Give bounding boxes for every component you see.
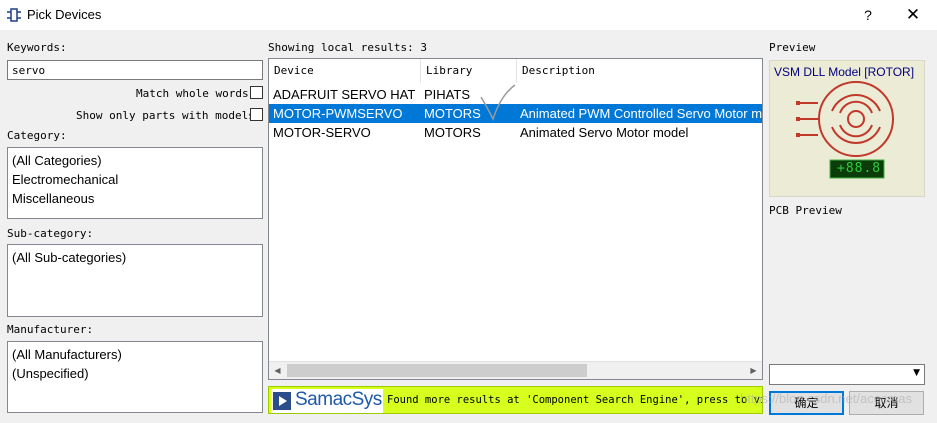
cell-device: ADAFRUIT SERVO HAT	[273, 87, 416, 102]
cell-library: MOTORS	[424, 106, 481, 121]
cell-library: MOTORS	[424, 125, 481, 140]
play-icon	[273, 392, 291, 410]
list-item[interactable]: (All Categories)	[12, 151, 258, 170]
scrollbar-thumb[interactable]	[287, 364, 587, 377]
show-only-models-checkbox[interactable]	[250, 108, 263, 121]
list-item[interactable]: (All Sub-categories)	[12, 248, 258, 267]
component-search-banner[interactable]: SamacSys Found more results at 'Componen…	[268, 386, 763, 414]
list-item[interactable]: (All Manufacturers)	[12, 345, 258, 364]
preview-label: Preview	[769, 41, 816, 54]
pcb-preview-label: PCB Preview	[769, 204, 842, 217]
column-header-library[interactable]: Library	[421, 59, 517, 83]
package-select[interactable]: ▼	[769, 364, 925, 385]
cancel-button[interactable]: 取消	[849, 391, 924, 415]
subcategory-list[interactable]: (All Sub-categories)	[7, 244, 263, 317]
scroll-left-icon[interactable]: ◀	[269, 362, 286, 379]
manufacturer-label: Manufacturer:	[7, 323, 94, 336]
list-item[interactable]: Miscellaneous	[12, 189, 258, 208]
manufacturer-list[interactable]: (All Manufacturers) (Unspecified)	[7, 341, 263, 413]
help-button[interactable]: ?	[856, 4, 880, 26]
cell-device: MOTOR-PWMSERVO	[273, 106, 403, 121]
subcategory-label: Sub-category:	[7, 227, 94, 240]
show-only-models-label: Show only parts with models?	[76, 109, 262, 122]
preview-counter: +88.8	[837, 161, 882, 176]
pick-devices-icon	[7, 8, 21, 22]
match-whole-words-label: Match whole words?	[136, 87, 256, 100]
category-label: Category:	[7, 129, 67, 142]
scroll-right-icon[interactable]: ▶	[745, 362, 762, 379]
results-summary: Showing local results: 3	[268, 41, 427, 54]
cell-description: Animated PWM Controlled Servo Motor m	[520, 106, 763, 121]
samacsys-logo: SamacSys	[271, 389, 383, 413]
list-item[interactable]: Electromechanical	[12, 170, 258, 189]
category-list[interactable]: (All Categories) Electromechanical Misce…	[7, 147, 263, 219]
results-table[interactable]: Device Library Description ADAFRUIT SERV…	[268, 58, 763, 380]
cell-description: Animated Servo Motor model	[520, 125, 689, 140]
list-item[interactable]: (Unspecified)	[12, 364, 258, 383]
close-button[interactable]: ✕	[898, 4, 928, 26]
device-preview: VSM DLL Model [ROTOR] +88.8	[769, 60, 925, 197]
column-header-device[interactable]: Device	[269, 59, 421, 83]
banner-message: Found more results at 'Component Search …	[387, 394, 763, 406]
cell-device: MOTOR-SERVO	[273, 125, 371, 140]
chevron-down-icon[interactable]: ▼	[913, 368, 920, 378]
servo-motor-icon	[796, 81, 894, 179]
table-row[interactable]: MOTOR-SERVO MOTORS Animated Servo Motor …	[269, 123, 762, 142]
horizontal-scrollbar[interactable]: ◀ ▶	[269, 361, 762, 379]
keywords-input[interactable]: servo	[7, 60, 263, 80]
window-title: Pick Devices	[27, 7, 102, 22]
samacsys-brand: SamacSys	[295, 389, 382, 410]
title-bar	[0, 0, 937, 30]
cell-library: PIHATS	[424, 87, 470, 102]
ok-button[interactable]: 确定	[769, 391, 844, 415]
column-header-description[interactable]: Description	[517, 59, 762, 83]
match-whole-words-checkbox[interactable]	[250, 86, 263, 99]
keywords-label: Keywords:	[7, 41, 67, 54]
keywords-value: servo	[12, 64, 46, 77]
checkmark-icon	[480, 84, 516, 121]
